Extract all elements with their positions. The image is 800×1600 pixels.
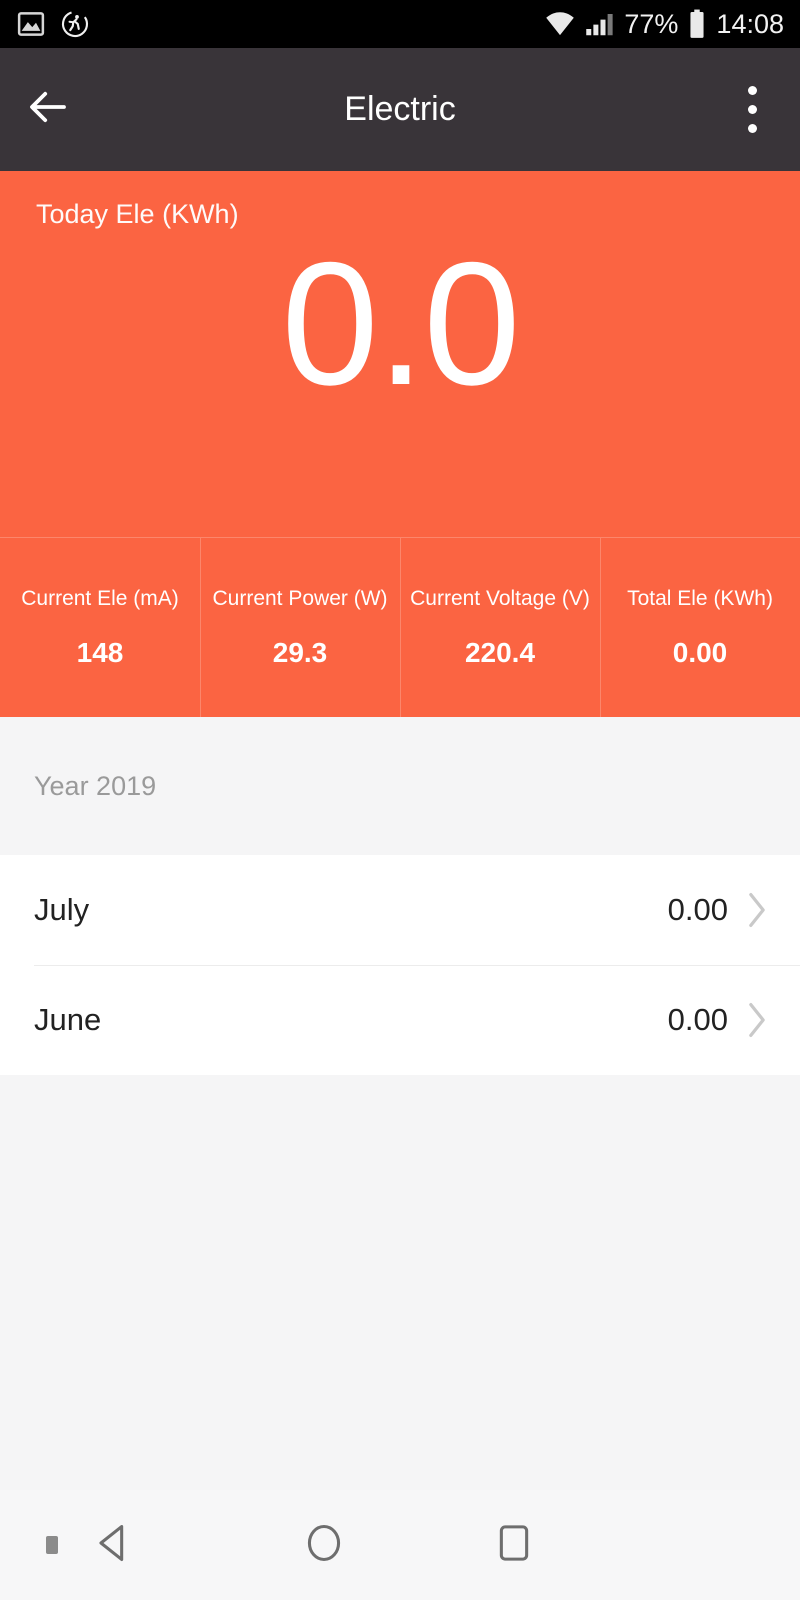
chevron-right-icon	[742, 890, 772, 930]
stat-label: Current Voltage (V)	[410, 586, 590, 610]
nav-home-button[interactable]	[229, 1520, 419, 1571]
stat-current-ele: Current Ele (mA) 148	[0, 538, 200, 717]
today-energy-value: 0.0	[281, 227, 520, 422]
month-list: July 0.00 June 0.00	[0, 855, 800, 1075]
clock-label: 14:08	[716, 8, 784, 39]
signal-bars-icon	[585, 11, 615, 37]
nav-indicator-dot[interactable]	[46, 1536, 58, 1554]
status-bar-right-group: 77% 14:08	[544, 9, 784, 40]
year-section-label: Year 2019	[34, 770, 157, 801]
nav-recents-square-icon	[491, 1520, 537, 1571]
empty-content-area	[0, 1075, 800, 1490]
list-item-june[interactable]: June 0.00	[0, 965, 800, 1075]
battery-percent-label: 77%	[624, 8, 679, 39]
stat-label: Total Ele (KWh)	[627, 586, 773, 610]
overflow-menu-icon-dot3	[747, 124, 757, 133]
nav-back-button[interactable]	[0, 1520, 229, 1571]
activity-running-icon	[60, 9, 90, 39]
overflow-menu-icon	[747, 86, 757, 95]
system-navigation-bar	[0, 1490, 800, 1600]
stat-total-ele: Total Ele (KWh) 0.00	[600, 538, 800, 717]
stat-label: Current Power (W)	[212, 586, 388, 610]
nav-recents-button[interactable]	[419, 1520, 609, 1571]
back-button[interactable]	[0, 83, 96, 136]
status-bar-left-icons	[16, 9, 90, 39]
page-title: Electric	[344, 90, 456, 128]
battery-icon	[687, 9, 707, 39]
today-energy-display: Today Ele (KWh) 0.0	[0, 171, 800, 537]
list-item-value: 0.00	[667, 892, 728, 927]
list-item-value: 0.00	[667, 1002, 728, 1037]
list-item-label: June	[34, 1002, 102, 1037]
stat-current-power: Current Power (W) 29.3	[200, 538, 400, 717]
stat-label: Current Ele (mA)	[21, 586, 179, 610]
overflow-menu-icon-dot2	[747, 105, 757, 114]
current-stats-row: Current Ele (mA) 148 Current Power (W) 2…	[0, 537, 800, 717]
overflow-menu-button[interactable]	[704, 48, 800, 171]
status-bar: 77% 14:08	[0, 0, 800, 48]
nav-home-circle-icon	[301, 1520, 347, 1571]
today-energy-label: Today Ele (KWh)	[36, 199, 239, 229]
stat-value: 148	[76, 636, 124, 668]
image-icon	[16, 9, 46, 39]
stat-current-voltage: Current Voltage (V) 220.4	[400, 538, 600, 717]
stat-value: 220.4	[464, 636, 536, 668]
chevron-right-icon	[742, 1000, 772, 1040]
wifi-icon	[544, 11, 576, 37]
app-bar: Electric	[0, 48, 800, 171]
nav-back-triangle-icon	[91, 1520, 137, 1571]
back-arrow-icon	[24, 83, 72, 136]
year-section-header: Year 2019	[0, 717, 800, 855]
phone-screen: 77% 14:08 Electric Today Ele (KWh) 0.0 C…	[0, 0, 800, 1600]
list-item-july[interactable]: July 0.00	[0, 855, 800, 965]
today-energy-panel: Today Ele (KWh) 0.0 Current Ele (mA) 148…	[0, 171, 800, 717]
list-item-label: July	[34, 892, 90, 927]
stat-value: 29.3	[272, 636, 328, 668]
stat-value: 0.00	[672, 636, 728, 668]
